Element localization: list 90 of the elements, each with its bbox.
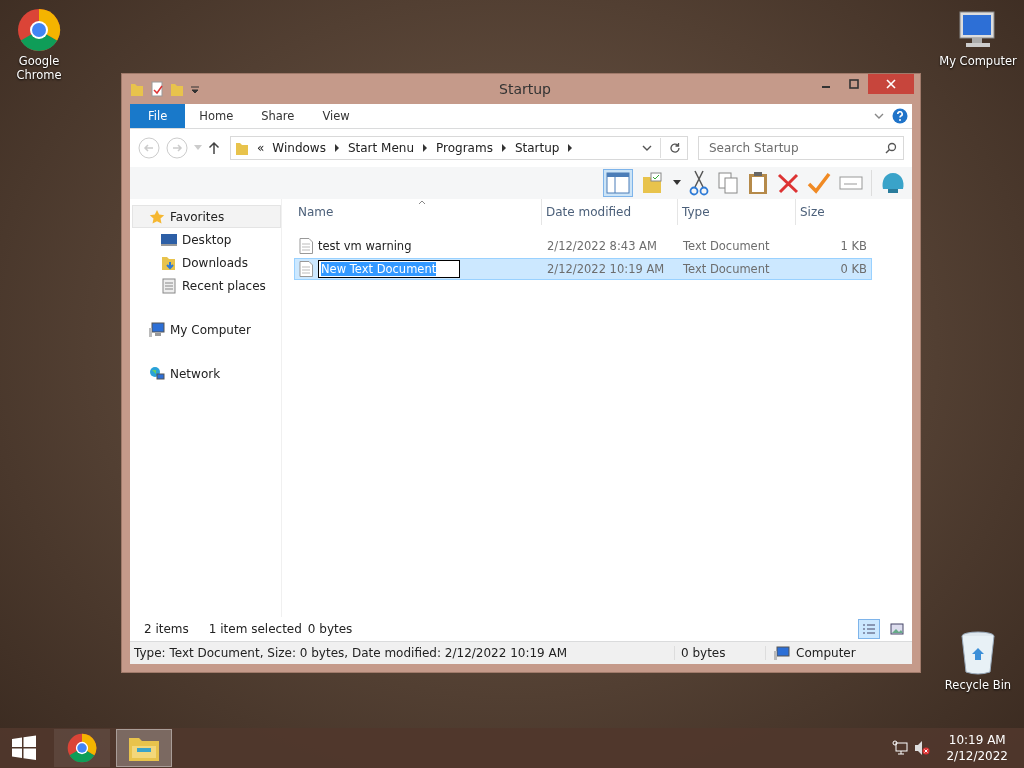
recycle-bin-icon[interactable] [958,630,998,676]
nav-label: My Computer [170,322,251,337]
text-file-icon [299,261,313,277]
clock-date[interactable]: 2/12/2022 [946,748,1008,764]
chrome-icon [67,733,97,763]
status-size: 0 bytes [675,646,766,660]
search-box[interactable]: Search Startup [698,136,904,160]
breadcrumb-item[interactable]: Start Menu [347,141,414,155]
window-title: Startup [499,81,551,97]
file-size: 0 KB [840,262,867,276]
nav-item[interactable]: My Computer [132,318,281,341]
chrome-taskbar-button[interactable] [54,729,110,767]
breadcrumb-item[interactable]: Programs [436,141,493,155]
breadcrumb-arrow-icon[interactable] [500,144,507,152]
column-header[interactable]: Date modified [542,199,678,225]
close-button[interactable] [868,74,914,94]
file-date: 2/12/2022 8:43 AM [547,239,657,253]
star-icon [149,208,165,225]
file-name: test vm warning [318,239,412,253]
details-list-icon [862,623,876,635]
file-row[interactable]: New Text Document 2/12/2022 10:19 AM Text Document 0 KB [294,258,872,280]
speaker-muted-icon[interactable] [914,740,931,756]
item-count: 2 items [144,622,189,636]
clock-time[interactable]: 10:19 AM [948,732,1006,748]
network-icon[interactable] [892,740,909,756]
minimize-icon [822,86,830,88]
properties-icon[interactable] [150,81,164,97]
nav-item[interactable]: Downloads [132,251,281,274]
text-file-icon [299,238,313,254]
breadcrumb-arrow-icon[interactable] [333,144,340,152]
folder-icon [235,140,249,156]
breadcrumb-item[interactable]: Windows [272,141,326,155]
ribbon-tab[interactable]: Share [247,104,309,128]
file-tab[interactable]: File [130,104,186,128]
nav-item[interactable]: Favorites [132,205,281,228]
file-row[interactable]: test vm warning 2/12/2022 8:43 AM Text Document 1 KB [294,235,872,257]
desktop-icon-label[interactable]: My Computer [939,54,1017,68]
document-list-icon [161,277,177,294]
pane-icon [606,172,630,194]
maximize-icon [849,79,859,89]
help-icon[interactable] [892,108,908,124]
chevron-down-icon[interactable] [874,112,884,120]
desktop-icon [161,232,177,247]
address-bar[interactable]: « Windows Start Menu Programs Startup [230,136,688,160]
dropdown-icon[interactable] [673,180,681,186]
checkmark-icon[interactable] [807,172,831,194]
picture-icon [890,623,904,635]
selection-size: 0 bytes [307,622,353,636]
desktop-icon-label[interactable]: Google Chrome [4,54,74,82]
breadcrumb-arrow-icon[interactable] [422,144,428,152]
close-icon [886,79,896,89]
column-header[interactable]: Name [294,199,542,225]
nav-label: Network [170,366,221,381]
nav-label: Desktop [182,232,232,247]
desktop-icon-label[interactable]: Recycle Bin [944,678,1012,692]
chrome-icon[interactable] [17,8,61,52]
file-size: 1 KB [840,239,867,253]
up-arrow-icon[interactable] [208,141,220,155]
clipboard-icon[interactable] [747,171,769,195]
windows-logo-icon [11,735,37,761]
nav-item[interactable]: Network [132,362,281,385]
breadcrumb-overflow[interactable]: « [257,141,265,155]
file-type: Text Document [683,239,770,253]
ribbon-tab[interactable]: View [308,104,364,128]
scissors-icon[interactable] [689,170,709,196]
network-icon [149,365,165,382]
ribbon-tab[interactable]: Home [185,104,248,128]
download-folder-icon [161,254,177,271]
status-details: Type: Text Document, Size: 0 bytes, Date modified: 2/12/2022 10:19 AM [130,646,675,660]
nav-item[interactable]: Recent places [132,274,281,297]
selection-count: 1 item selected [208,622,302,636]
nav-label: Favorites [170,209,225,224]
computer-icon [774,646,790,660]
status-location: Computer [796,646,856,660]
refresh-icon[interactable] [669,142,681,154]
file-date: 2/12/2022 10:19 AM [547,262,665,276]
breadcrumb-item[interactable]: Startup [514,141,560,155]
nav-label: Recent places [182,278,266,293]
history-dropdown-icon[interactable] [642,144,652,152]
search-icon[interactable] [885,142,897,154]
column-header[interactable]: Type [678,199,796,225]
breadcrumb-arrow-icon[interactable] [567,144,574,152]
delete-icon[interactable] [777,172,799,194]
nav-label: Downloads [182,255,248,270]
preview-pane-button[interactable] [603,169,633,197]
computer-icon [149,321,165,338]
column-header[interactable]: Size [796,199,870,225]
file-explorer-taskbar-button[interactable] [116,729,172,767]
nav-item[interactable]: Desktop [132,228,281,251]
file-type: Text Document [683,262,770,276]
